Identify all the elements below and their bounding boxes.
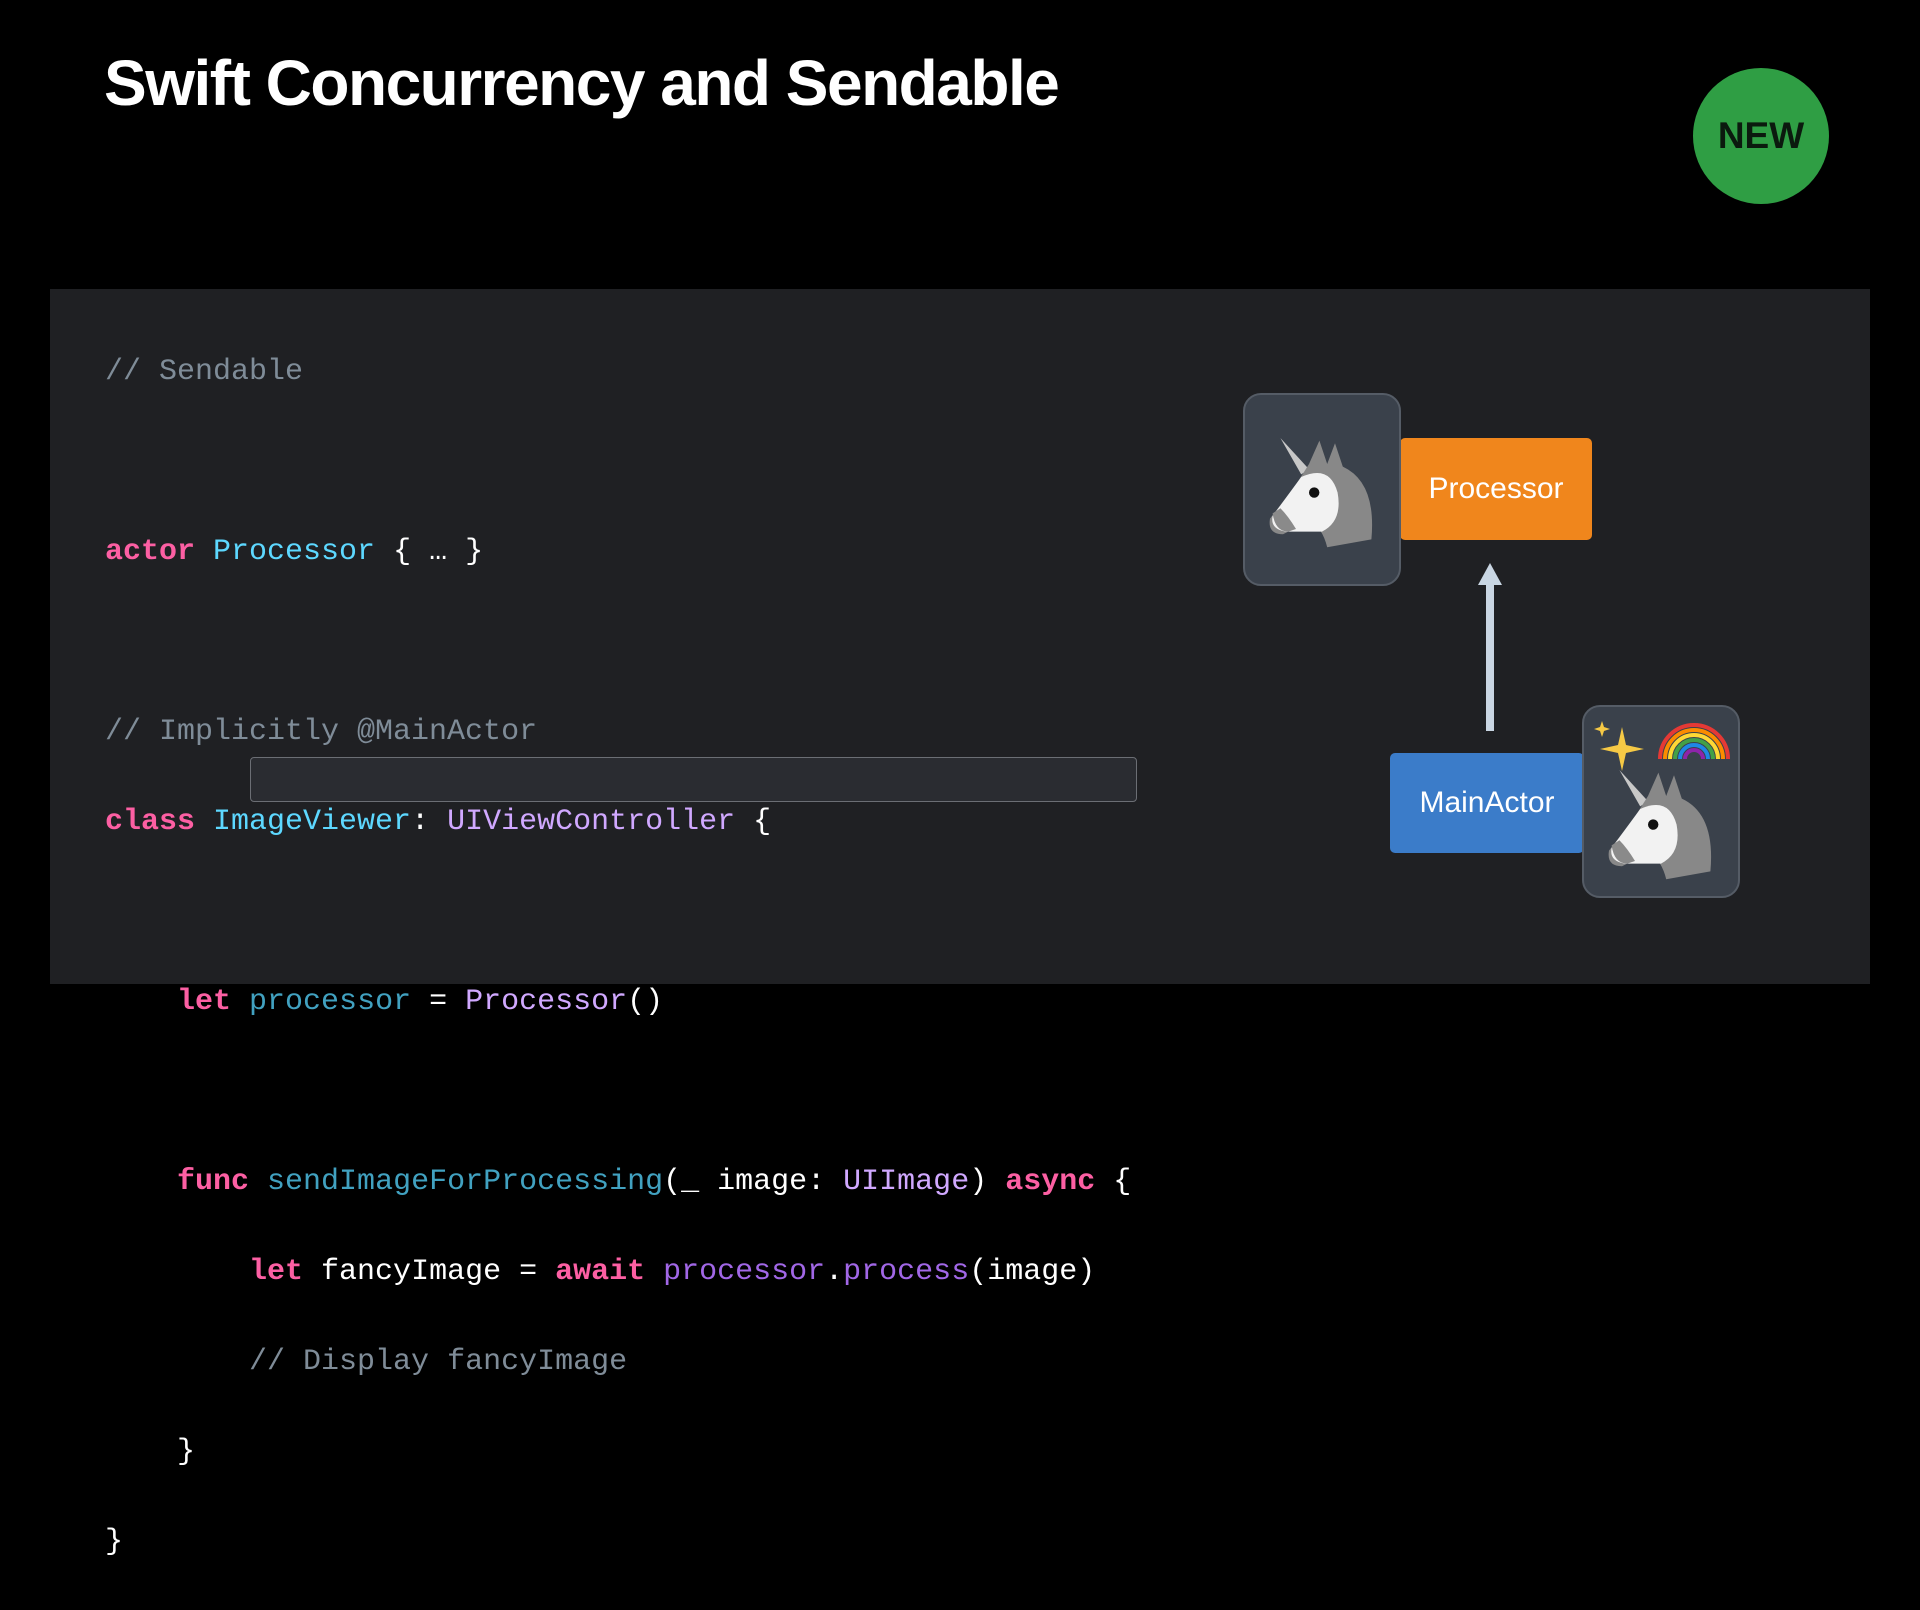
processor-actor-label: Processor <box>1400 438 1592 540</box>
keyword: class <box>105 805 196 839</box>
closing-brace: } <box>177 1435 196 1469</box>
keyword: let <box>249 1255 304 1289</box>
code-comment: // Display fancyImage <box>249 1345 628 1379</box>
arrow-up-icon <box>1478 563 1502 585</box>
code-text: { … } <box>375 535 484 569</box>
arrow-line <box>1486 580 1494 731</box>
keyword: let <box>177 985 232 1019</box>
mainactor-label: MainActor <box>1390 753 1584 853</box>
code-text: () <box>627 985 664 1019</box>
method-name: process <box>843 1255 970 1289</box>
closing-brace: } <box>105 1525 124 1559</box>
type-name: Processor <box>213 535 376 569</box>
code-text: ) <box>969 1165 1006 1199</box>
keyword: async <box>1005 1165 1096 1199</box>
property-name: processor <box>663 1255 826 1289</box>
slide-title: Swift Concurrency and Sendable <box>104 47 1060 119</box>
code-text: { <box>735 805 772 839</box>
code-line-await: let fancyImage = await processor.process… <box>105 1250 1131 1295</box>
code-text: image: <box>699 1165 844 1199</box>
code-text: fancyImage = <box>303 1255 556 1289</box>
code-text: . <box>825 1255 844 1289</box>
function-name: sendImageForProcessing <box>267 1165 664 1199</box>
type-name: Processor <box>465 985 628 1019</box>
mainactor-unicorn-card <box>1582 705 1740 898</box>
unicorn-icon <box>1608 770 1712 880</box>
code-block: // Sendable actor Processor { … } // Imp… <box>105 305 1131 1610</box>
keyword: actor <box>105 535 196 569</box>
keyword: func <box>177 1165 250 1199</box>
code-line-func: func sendImageForProcessing(_ image: UII… <box>105 1160 1131 1205</box>
code-line-actor: actor Processor { … } <box>105 530 1131 575</box>
code-comment: // Sendable <box>105 355 304 389</box>
type-name: ImageViewer <box>213 805 412 839</box>
keyword: await <box>555 1255 646 1289</box>
code-text: (image) <box>969 1255 1096 1289</box>
code-text: { <box>1095 1165 1132 1199</box>
processor-unicorn-card <box>1243 393 1401 586</box>
code-text: (_ <box>663 1165 700 1199</box>
superclass-name: UIViewController <box>447 805 736 839</box>
property-name: processor <box>249 985 412 1019</box>
code-comment: // Implicitly @MainActor <box>105 715 538 749</box>
unicorn-icon <box>1269 438 1373 548</box>
code-line-class: class ImageViewer: UIViewController { <box>105 800 1131 845</box>
new-badge: NEW <box>1693 68 1829 204</box>
code-line-let-processor: let processor = Processor() <box>105 980 1131 1025</box>
rainbow-icon <box>1658 723 1730 760</box>
type-name: UIImage <box>843 1165 970 1199</box>
code-text: : <box>411 805 448 839</box>
code-text: = <box>411 985 466 1019</box>
